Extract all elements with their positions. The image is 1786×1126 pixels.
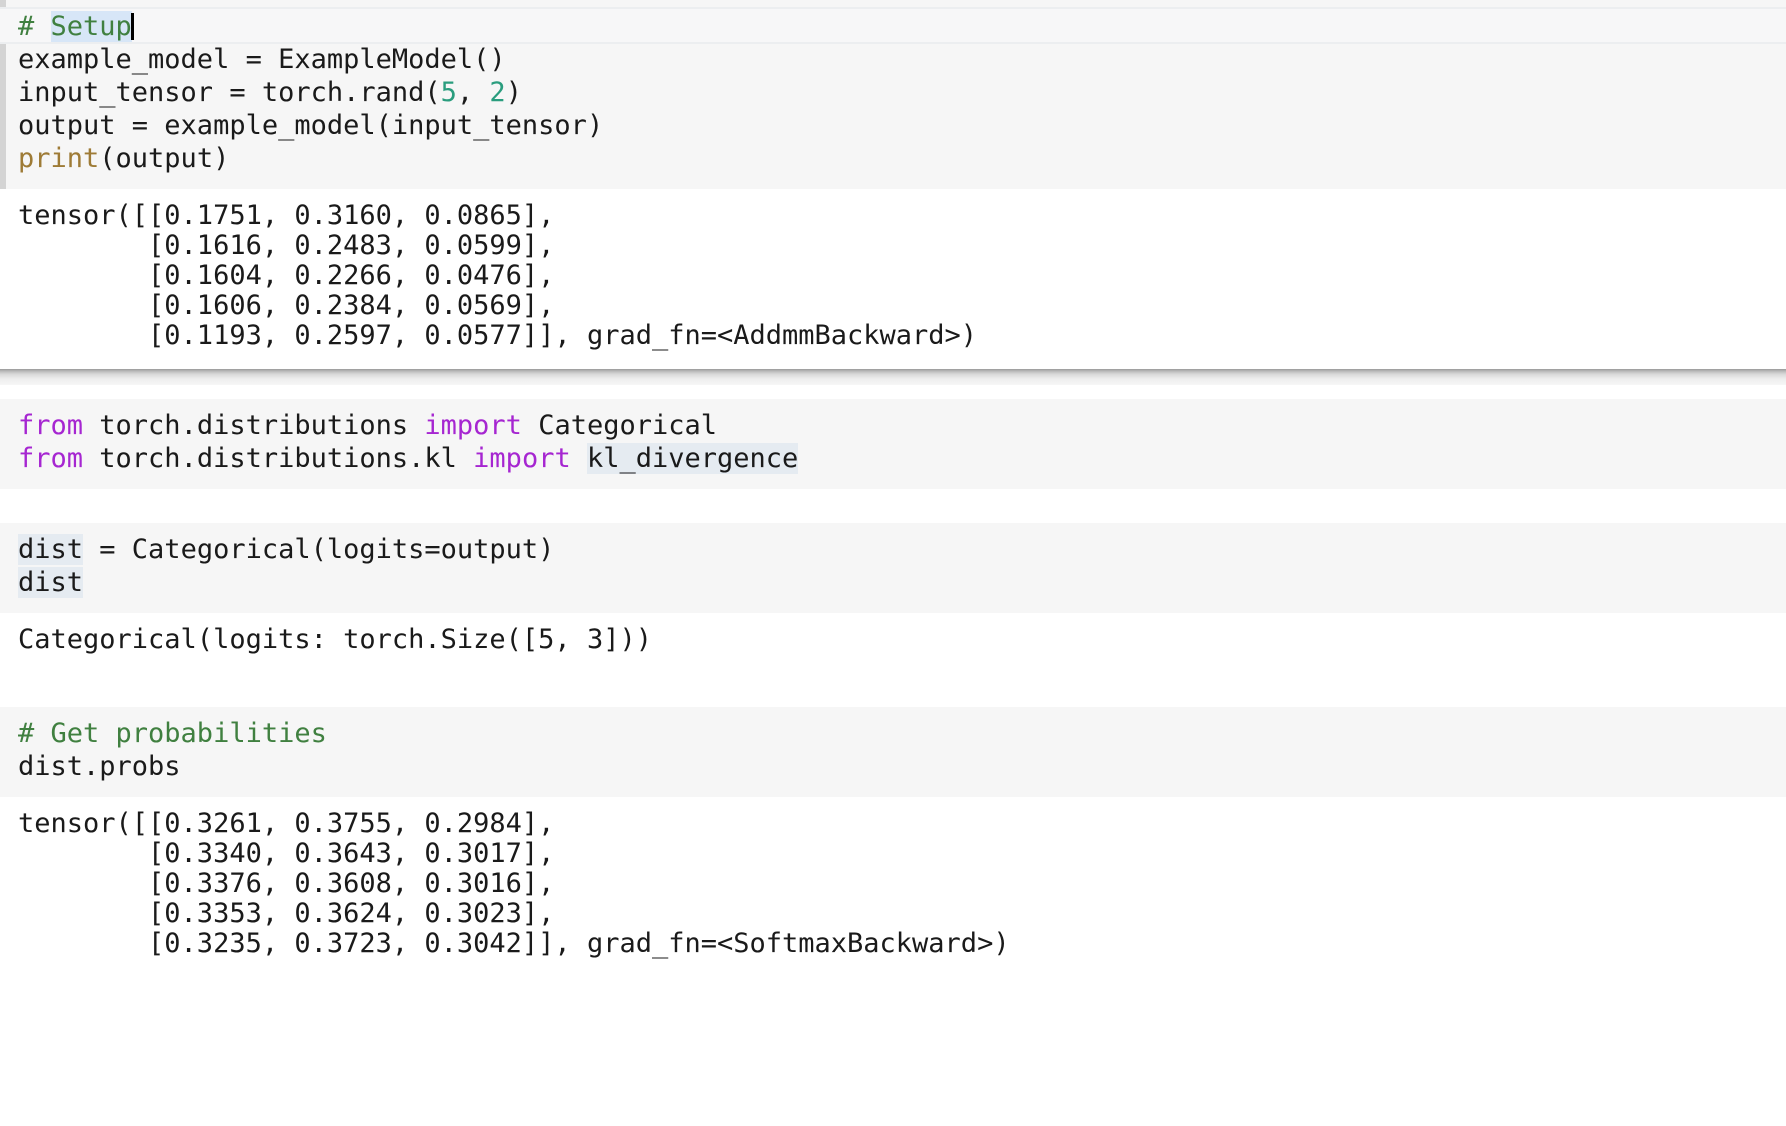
notebook-cell[interactable]: # Setup example_model = ExampleModel() inp… xyxy=(0,0,1786,369)
cell-gap xyxy=(0,673,1786,707)
code-editor[interactable]: from torch.distributions import Categori… xyxy=(0,409,1786,475)
code-token: example_model = ExampleModel() xyxy=(18,44,506,75)
output-line: [0.1606, 0.2384, 0.0569], xyxy=(18,290,555,321)
code-line[interactable]: from torch.distributions import Categori… xyxy=(18,409,1774,442)
output-line: [0.1616, 0.2483, 0.0599], xyxy=(18,230,555,261)
output-line: [0.1604, 0.2266, 0.0476], xyxy=(18,260,555,291)
cell-shadow-divider xyxy=(0,369,1786,385)
output-line: [0.3353, 0.3624, 0.3023], xyxy=(18,898,555,929)
cell-gap xyxy=(0,385,1786,399)
code-token: = Categorical(logits=output) xyxy=(83,534,555,565)
code-editor[interactable]: # Setup example_model = ExampleModel() inp… xyxy=(0,7,1786,175)
cell-output-area: tensor([[0.1751, 0.3160, 0.0865], [0.161… xyxy=(0,189,1786,369)
code-token: torch.distributions.kl xyxy=(83,443,474,474)
code-input-area[interactable]: # Get probabilities dist.probs xyxy=(0,707,1786,797)
code-line[interactable]: from torch.distributions.kl import kl_di… xyxy=(18,442,1774,475)
code-token: ) xyxy=(505,77,522,108)
code-token: , xyxy=(456,77,490,108)
notebook-cell[interactable]: dist = Categorical(logits=output) dist Cat… xyxy=(0,523,1786,673)
code-token: 5 xyxy=(440,77,457,108)
code-input-area[interactable]: from torch.distributions import Categori… xyxy=(0,399,1786,489)
output-text: Categorical(logits: torch.Size([5, 3])) xyxy=(0,625,1786,655)
output-line: Categorical(logits: torch.Size([5, 3])) xyxy=(18,624,652,655)
code-line[interactable]: print(output) xyxy=(18,142,1774,175)
code-token: input_tensor = torch.rand( xyxy=(18,77,441,108)
code-token: torch.distributions xyxy=(83,410,425,441)
code-line[interactable]: # Get probabilities xyxy=(18,717,1774,750)
notebook-container: # Setup example_model = ExampleModel() inp… xyxy=(0,0,1786,1126)
code-token: import xyxy=(424,410,522,441)
code-token: print xyxy=(18,143,100,174)
code-token: dist xyxy=(18,534,84,565)
code-token: from xyxy=(18,443,84,474)
code-line[interactable]: dist xyxy=(18,566,1774,599)
cell-output-area: tensor([[0.3261, 0.3755, 0.2984], [0.334… xyxy=(0,797,1786,977)
code-line[interactable]: input_tensor = torch.rand(5, 2) xyxy=(18,76,1774,109)
output-text: tensor([[0.1751, 0.3160, 0.0865], [0.161… xyxy=(0,201,1786,351)
output-line: [0.1193, 0.2597, 0.0577]], grad_fn=<Addm… xyxy=(18,320,978,351)
output-line: tensor([[0.1751, 0.3160, 0.0865], xyxy=(18,200,555,231)
code-token: dist.probs xyxy=(18,751,181,782)
output-line: tensor([[0.3261, 0.3755, 0.2984], xyxy=(18,808,555,839)
code-token: 2 xyxy=(489,77,506,108)
code-token: # xyxy=(18,11,51,42)
code-token: Categorical xyxy=(521,410,718,441)
code-token: (output) xyxy=(99,143,230,174)
code-token: import xyxy=(473,443,571,474)
code-editor[interactable]: # Get probabilities dist.probs xyxy=(0,717,1786,783)
code-token: dist xyxy=(18,567,84,598)
active-line-highlight xyxy=(0,7,1786,44)
output-line: [0.3376, 0.3608, 0.3016], xyxy=(18,868,555,899)
code-token: # Get probabilities xyxy=(18,718,327,749)
code-input-area[interactable]: # Setup example_model = ExampleModel() inp… xyxy=(0,0,1786,189)
code-line[interactable]: dist.probs xyxy=(18,750,1774,783)
notebook-cell[interactable]: from torch.distributions import Categori… xyxy=(0,399,1786,489)
code-token: from xyxy=(18,410,84,441)
code-line[interactable]: output = example_model(input_tensor) xyxy=(18,109,1774,142)
output-text: tensor([[0.3261, 0.3755, 0.2984], [0.334… xyxy=(0,809,1786,959)
code-line[interactable]: dist = Categorical(logits=output) xyxy=(18,533,1774,566)
code-line[interactable]: example_model = ExampleModel() xyxy=(18,43,1774,76)
cell-gap xyxy=(0,489,1786,523)
code-line[interactable]: # Setup xyxy=(0,7,1786,44)
code-input-area[interactable]: dist = Categorical(logits=output) dist xyxy=(0,523,1786,613)
cell-output-area: Categorical(logits: torch.Size([5, 3])) xyxy=(0,613,1786,673)
output-line: [0.3340, 0.3643, 0.3017], xyxy=(18,838,555,869)
code-editor[interactable]: dist = Categorical(logits=output) dist xyxy=(0,533,1786,599)
notebook-cell[interactable]: # Get probabilities dist.probs tensor([[0.… xyxy=(0,707,1786,977)
code-token: kl_divergence xyxy=(586,443,799,474)
text-cursor xyxy=(130,13,134,40)
code-token: output = example_model(input_tensor) xyxy=(18,110,604,141)
code-token: Setup xyxy=(50,11,132,42)
cell-gap xyxy=(0,977,1786,1011)
output-line: [0.3235, 0.3723, 0.3042]], grad_fn=<Soft… xyxy=(18,928,1010,959)
